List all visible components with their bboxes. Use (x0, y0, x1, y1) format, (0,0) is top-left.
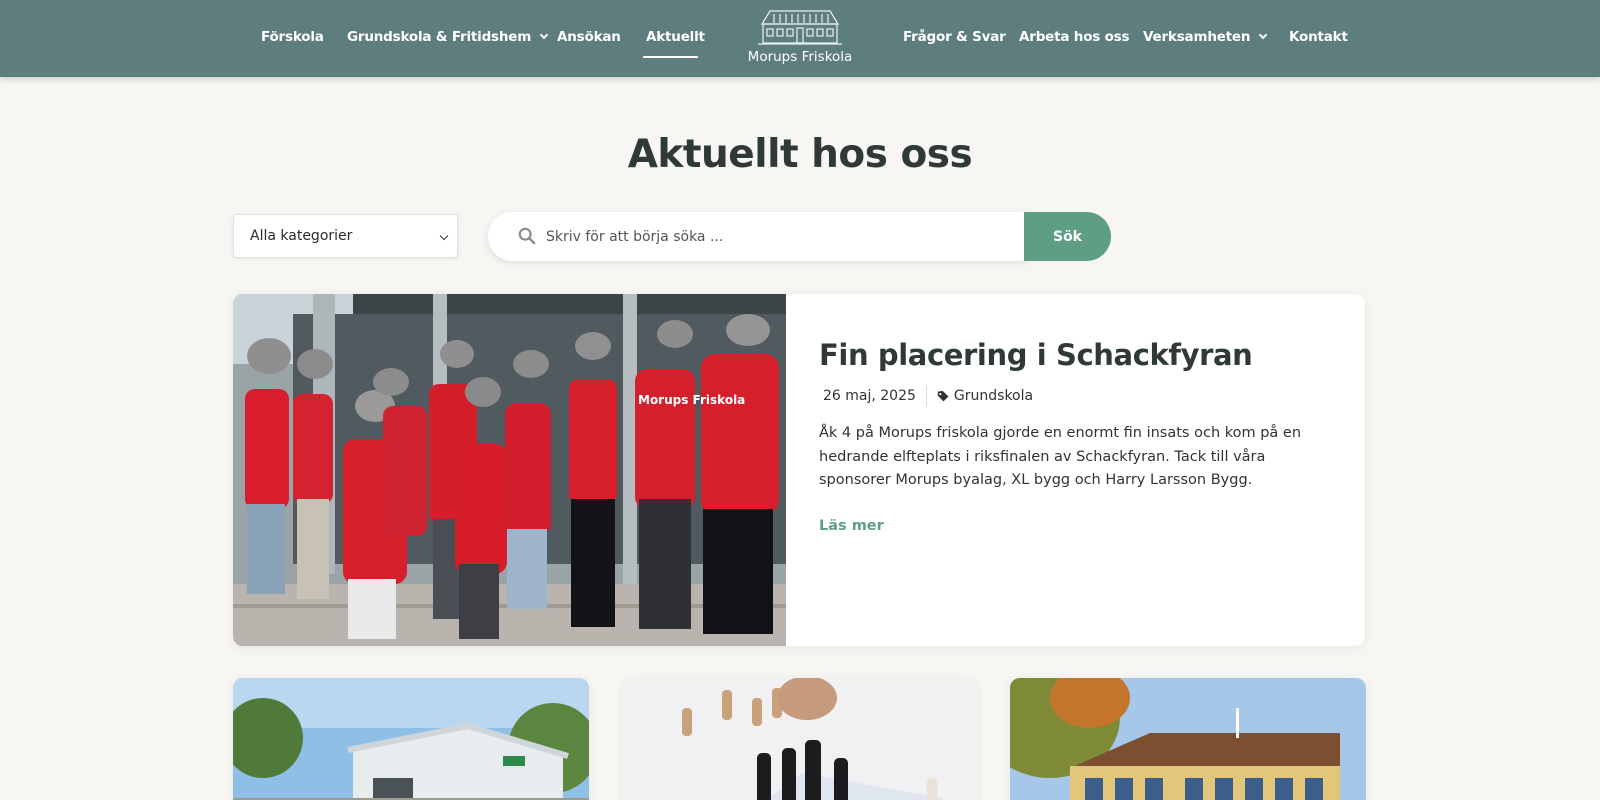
featured-post-title[interactable]: Fin placering i Schackfyran (819, 338, 1359, 372)
nav-forskola[interactable]: Förskola (261, 26, 324, 48)
post-card[interactable] (233, 678, 589, 800)
post-card[interactable] (622, 678, 978, 800)
school-building-logo-icon (758, 10, 842, 45)
nav-verksamheten[interactable]: Verksamheten (1143, 26, 1268, 48)
post-date: 26 maj, 2025 (823, 388, 916, 404)
site-header: Förskola Grundskola & Fritidshem Ansökan… (0, 0, 1600, 77)
chevron-down-icon (539, 30, 549, 40)
nav-ansokan-label: Ansökan (557, 29, 621, 45)
chess-pieces-photo (622, 678, 978, 800)
nav-ansokan[interactable]: Ansökan (557, 26, 621, 48)
featured-post-image[interactable]: Morups Friskola (233, 294, 786, 646)
nav-kontakt-label: Kontakt (1289, 29, 1348, 45)
post-card[interactable] (1010, 678, 1366, 800)
post-excerpt: Åk 4 på Morups friskola gjorde en enormt… (819, 425, 1302, 488)
category-select[interactable]: Alla kategorier (233, 214, 458, 258)
search-button[interactable]: Sök (1024, 212, 1111, 261)
site-logo[interactable]: Morups Friskola (742, 8, 858, 70)
nav-verksamheten-label: Verksamheten (1143, 29, 1251, 45)
nav-grundskola-fritidshem[interactable]: Grundskola & Fritidshem (347, 26, 549, 48)
featured-post-card[interactable]: Morups Friskola Fin placering i Schackfy… (233, 294, 1365, 646)
yellow-school-building-photo (1010, 678, 1366, 800)
post-meta: 26 maj, 2025 Grundskola (823, 386, 1033, 406)
post-category[interactable]: Grundskola (954, 388, 1033, 404)
search-icon (518, 227, 536, 245)
active-nav-indicator (643, 56, 698, 58)
page-title: Aktuellt hos oss (627, 132, 973, 177)
nav-arbeta-hos-oss[interactable]: Arbeta hos oss (1019, 26, 1130, 48)
search-button-label: Sök (1052, 228, 1082, 245)
logo-text: Morups Friskola (747, 49, 853, 65)
category-select-value: Alla kategorier (250, 228, 353, 244)
read-more-link[interactable]: Läs mer (819, 518, 884, 534)
search-box (488, 212, 1026, 261)
nav-forskola-label: Förskola (261, 29, 324, 45)
students-red-shirts-photo: Morups Friskola (233, 294, 786, 646)
white-building-outdoor-photo (233, 678, 589, 800)
shirt-text: Morups Friskola (638, 393, 745, 407)
meta-divider (925, 386, 927, 406)
nav-kontakt[interactable]: Kontakt (1289, 26, 1348, 48)
chevron-down-icon (1259, 30, 1268, 40)
nav-fragor-label: Frågor & Svar (903, 29, 1006, 45)
chevron-down-icon (439, 231, 449, 241)
nav-arbeta-label: Arbeta hos oss (1019, 29, 1130, 45)
nav-grundskola-label: Grundskola & Fritidshem (347, 29, 532, 45)
nav-aktuellt-label: Aktuellt (646, 29, 705, 45)
nav-fragor-svar[interactable]: Frågor & Svar (903, 26, 1006, 48)
tag-icon (937, 390, 949, 401)
search-input[interactable] (546, 212, 1006, 261)
nav-aktuellt[interactable]: Aktuellt (646, 26, 705, 48)
